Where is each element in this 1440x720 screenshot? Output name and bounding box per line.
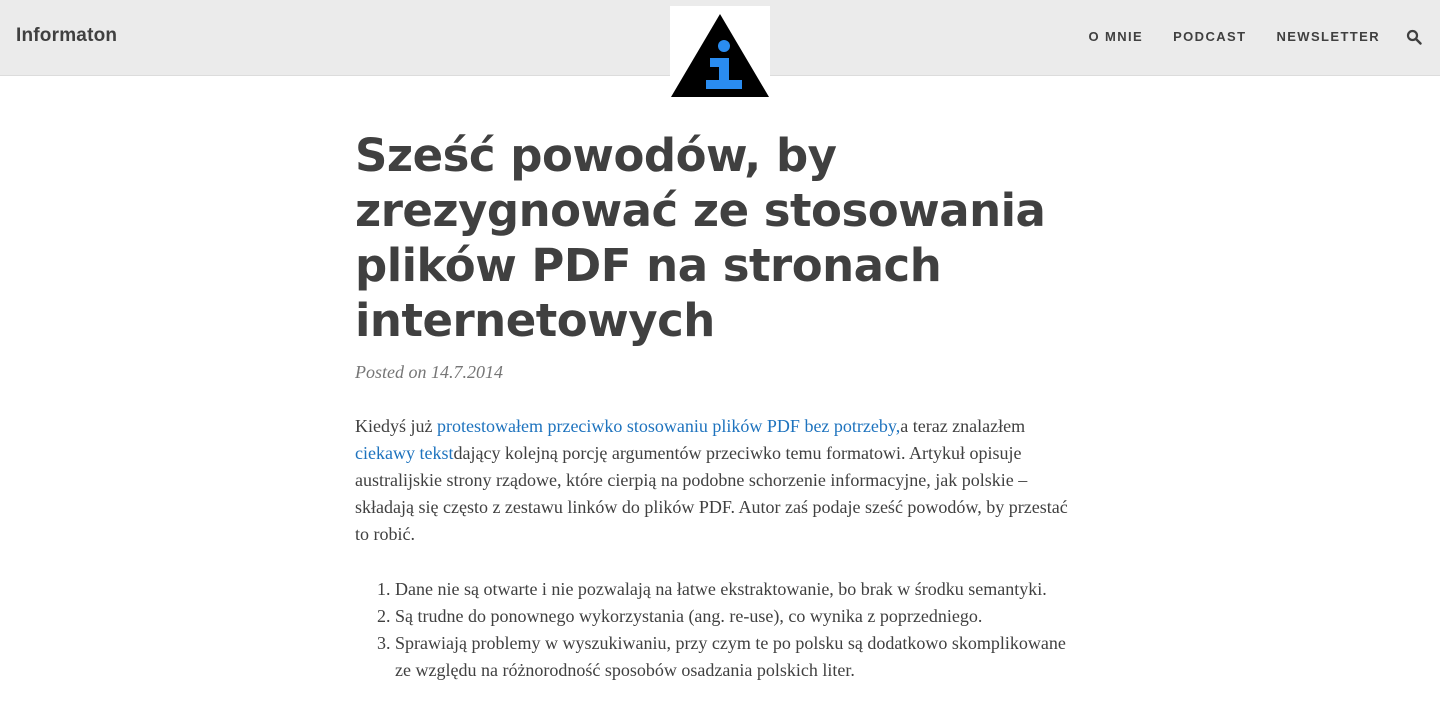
- intro-paragraph: Kiedyś już protestowałem przeciwko stoso…: [355, 413, 1085, 548]
- list-item: Dane nie są otwarte i nie pozwalają na ł…: [395, 576, 1085, 603]
- main-nav: O MNIE PODCAST NEWSLETTER: [1088, 29, 1380, 44]
- article: Sześć powodów, by zrezygnować ze stosowa…: [355, 128, 1085, 684]
- info-triangle-icon: [671, 14, 769, 97]
- list-item: Sprawiają problemy w wyszukiwaniu, przy …: [395, 630, 1085, 684]
- intro-text-3: dający kolejną porcję argumentów przeciw…: [355, 443, 1068, 544]
- ciekawy-tekst-link[interactable]: ciekawy tekst: [355, 443, 453, 463]
- intro-text-1: Kiedyś już: [355, 416, 437, 436]
- post-content: Kiedyś już protestowałem przeciwko stoso…: [355, 413, 1085, 684]
- site-logo[interactable]: [670, 6, 770, 98]
- nav-item-podcast[interactable]: PODCAST: [1173, 29, 1246, 44]
- site-header: Informaton O MNIE PODCAST NEWSLETTER: [0, 0, 1440, 98]
- intro-text-2: a teraz znalazłem: [900, 416, 1026, 436]
- search-icon: [1406, 29, 1422, 45]
- protest-pdf-link[interactable]: protestowałem przeciwko stosowaniu plikó…: [437, 416, 900, 436]
- list-item: Są trudne do ponownego wykorzystania (an…: [395, 603, 1085, 630]
- site-title-link[interactable]: Informaton: [16, 25, 117, 47]
- search-button[interactable]: [1406, 29, 1422, 45]
- nav-item-o-mnie[interactable]: O MNIE: [1088, 29, 1143, 44]
- post-meta: Posted on 14.7.2014: [355, 362, 503, 382]
- post-title: Sześć powodów, by zrezygnować ze stosowa…: [355, 129, 1046, 347]
- reasons-list: Dane nie są otwarte i nie pozwalają na ł…: [355, 576, 1085, 684]
- nav-item-newsletter[interactable]: NEWSLETTER: [1276, 29, 1380, 44]
